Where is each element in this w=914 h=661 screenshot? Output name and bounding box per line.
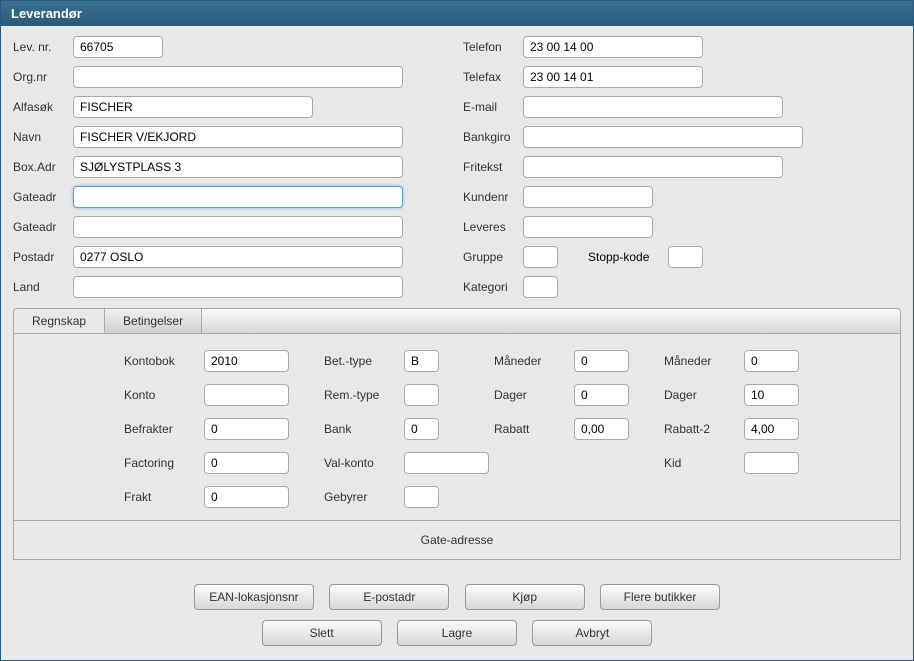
- stoppkode-label: Stopp-kode: [588, 250, 668, 264]
- kategori-input[interactable]: [523, 276, 558, 298]
- dager1-input[interactable]: [574, 384, 629, 406]
- avbryt-button[interactable]: Avbryt: [532, 620, 652, 646]
- kjop-button[interactable]: Kjøp: [465, 584, 585, 610]
- email-input[interactable]: [523, 96, 783, 118]
- boxadr-input[interactable]: [73, 156, 403, 178]
- rabatt-label: Rabatt: [494, 422, 574, 436]
- tab-strip: Regnskap Betingelser: [13, 308, 901, 334]
- telefon-input[interactable]: [523, 36, 703, 58]
- ean-button[interactable]: EAN-lokasjonsnr: [194, 584, 314, 610]
- email-label: E-mail: [463, 100, 523, 114]
- leveres-label: Leveres: [463, 220, 523, 234]
- alfasok-input[interactable]: [73, 96, 313, 118]
- remtype-input[interactable]: [404, 384, 439, 406]
- kontobok-input[interactable]: [204, 350, 289, 372]
- konto-label: Konto: [124, 388, 204, 402]
- fritekst-label: Fritekst: [463, 160, 523, 174]
- tab-regnskap[interactable]: Regnskap: [14, 309, 105, 333]
- kontobok-label: Kontobok: [124, 354, 204, 368]
- epost-button[interactable]: E-postadr: [329, 584, 449, 610]
- maneder2-input[interactable]: [744, 350, 799, 372]
- button-row-2: Slett Lagre Avbryt: [1, 616, 913, 660]
- postadr-input[interactable]: [73, 246, 403, 268]
- telefax-label: Telefax: [463, 70, 523, 84]
- fritekst-input[interactable]: [523, 156, 783, 178]
- kid-input[interactable]: [744, 452, 799, 474]
- bettype-input[interactable]: [404, 350, 439, 372]
- frakt-input[interactable]: [204, 486, 289, 508]
- dager2-input[interactable]: [744, 384, 799, 406]
- levnr-input[interactable]: [73, 36, 163, 58]
- kategori-label: Kategori: [463, 280, 523, 294]
- gateadr1-input[interactable]: [73, 186, 403, 208]
- maneder1-label: Måneder: [494, 354, 574, 368]
- flere-button[interactable]: Flere butikker: [600, 584, 720, 610]
- slett-button[interactable]: Slett: [262, 620, 382, 646]
- supplier-window: Leverandør Lev. nr. Org.nr Alfasøk Navn …: [0, 0, 914, 661]
- rabatt2-input[interactable]: [744, 418, 799, 440]
- kundenr-input[interactable]: [523, 186, 653, 208]
- frakt-label: Frakt: [124, 490, 204, 504]
- telefax-input[interactable]: [523, 66, 703, 88]
- telefon-label: Telefon: [463, 40, 523, 54]
- lagre-button[interactable]: Lagre: [397, 620, 517, 646]
- maneder2-label: Måneder: [664, 354, 744, 368]
- dager1-label: Dager: [494, 388, 574, 402]
- alfasok-label: Alfasøk: [13, 100, 73, 114]
- boxadr-label: Box.Adr: [13, 160, 73, 174]
- gruppe-input[interactable]: [523, 246, 558, 268]
- form-area: Lev. nr. Org.nr Alfasøk Navn Box.Adr Gat…: [1, 26, 913, 304]
- stoppkode-input[interactable]: [668, 246, 703, 268]
- gateadresse-section[interactable]: Gate-adresse: [13, 521, 901, 560]
- leveres-input[interactable]: [523, 216, 653, 238]
- maneder1-input[interactable]: [574, 350, 629, 372]
- rabatt2-label: Rabatt-2: [664, 422, 744, 436]
- right-column: Telefon Telefax E-mail Bankgiro Fritekst…: [463, 34, 901, 300]
- gateadr1-label: Gateadr: [13, 190, 73, 204]
- gebyrer-input[interactable]: [404, 486, 439, 508]
- land-label: Land: [13, 280, 73, 294]
- befrakter-label: Befrakter: [124, 422, 204, 436]
- factoring-input[interactable]: [204, 452, 289, 474]
- dager2-label: Dager: [664, 388, 744, 402]
- rabatt-input[interactable]: [574, 418, 629, 440]
- gruppe-label: Gruppe: [463, 250, 523, 264]
- postadr-label: Postadr: [13, 250, 73, 264]
- valkonto-input[interactable]: [404, 452, 489, 474]
- tab-betingelser[interactable]: Betingelser: [105, 309, 202, 333]
- bankgiro-label: Bankgiro: [463, 130, 523, 144]
- tabs-container: Regnskap Betingelser Kontobok Konto Befr…: [13, 308, 901, 560]
- bank-label: Bank: [324, 422, 404, 436]
- bettype-label: Bet.-type: [324, 354, 404, 368]
- navn-input[interactable]: [73, 126, 403, 148]
- befrakter-input[interactable]: [204, 418, 289, 440]
- left-column: Lev. nr. Org.nr Alfasøk Navn Box.Adr Gat…: [13, 34, 463, 300]
- kid-label: Kid: [664, 456, 744, 470]
- orgnr-label: Org.nr: [13, 70, 73, 84]
- land-input[interactable]: [73, 276, 403, 298]
- bankgiro-input[interactable]: [523, 126, 803, 148]
- window-title: Leverandør: [1, 1, 913, 26]
- valkonto-label: Val-konto: [324, 456, 404, 470]
- remtype-label: Rem.-type: [324, 388, 404, 402]
- factoring-label: Factoring: [124, 456, 204, 470]
- orgnr-input[interactable]: [73, 66, 403, 88]
- kundenr-label: Kundenr: [463, 190, 523, 204]
- gateadr2-label: Gateadr: [13, 220, 73, 234]
- button-row-1: EAN-lokasjonsnr E-postadr Kjøp Flere but…: [1, 572, 913, 616]
- levnr-label: Lev. nr.: [13, 40, 73, 54]
- gateadr2-input[interactable]: [73, 216, 403, 238]
- tab-body-regnskap: Kontobok Konto Befrakter Factoring Frakt…: [13, 334, 901, 521]
- konto-input[interactable]: [204, 384, 289, 406]
- gebyrer-label: Gebyrer: [324, 490, 404, 504]
- navn-label: Navn: [13, 130, 73, 144]
- bank-input[interactable]: [404, 418, 439, 440]
